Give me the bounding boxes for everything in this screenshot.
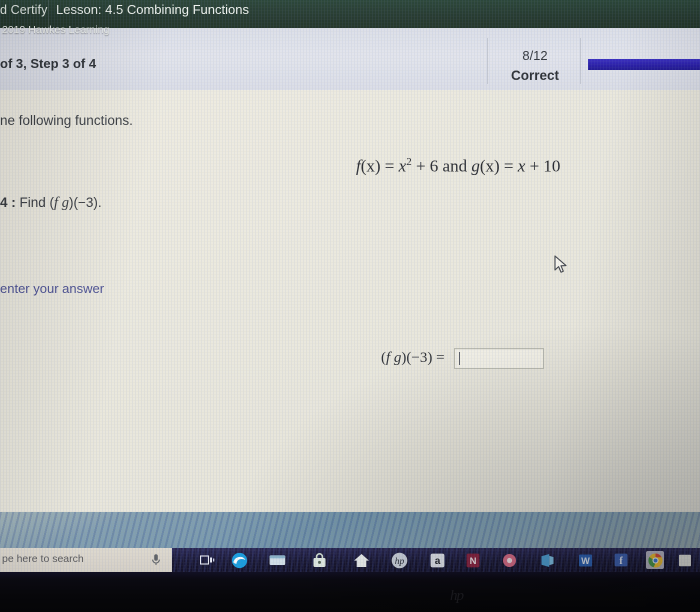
hp-app-icon[interactable]: hp [390, 551, 408, 569]
laptop-screen-photo: d Certify Lesson: 4.5 Combining Function… [0, 0, 700, 612]
answer-expr-close: )(−3) = [401, 350, 445, 366]
screen-content: d Certify Lesson: 4.5 Combining Function… [0, 0, 700, 572]
svg-text:hp: hp [394, 557, 404, 567]
hp-brand-logo: hp [450, 588, 464, 604]
media-icon[interactable] [500, 551, 518, 569]
microsoft-store-icon[interactable] [310, 551, 328, 569]
f-arg: (x) = [360, 156, 399, 176]
g-name: g [471, 156, 480, 176]
lesson-title: Lesson: 4.5 Combining Functions [56, 2, 249, 17]
f-tail: + 6 [411, 156, 443, 176]
progress-bar-track [588, 59, 700, 70]
equation-conjunction: and [442, 156, 472, 176]
answer-input[interactable] [453, 348, 544, 369]
text-caret [458, 352, 460, 365]
copyright-text: 2019 Hawkes Learning [2, 24, 110, 36]
step-indicator: of 3, Step 3 of 4 [0, 56, 97, 71]
answer-expr-fg: f g [386, 350, 402, 366]
progress-bar-fill [588, 59, 700, 70]
step-question: 4 : Find (f g)(−3). [0, 195, 102, 212]
answer-hint-text: enter your answer [0, 281, 105, 296]
file-explorer-icon[interactable] [268, 551, 286, 569]
g-body: (x) = [479, 156, 518, 176]
answer-row: (f g)(−3) = [381, 348, 544, 369]
score-label: Correct [510, 68, 559, 83]
home-icon[interactable] [352, 551, 370, 569]
taskbar-search-placeholder: pe here to search [2, 553, 84, 565]
word-icon[interactable]: W [576, 551, 594, 569]
exercise-body [0, 90, 700, 512]
taskbar-search-box[interactable]: pe here to search [0, 548, 172, 572]
step-question-fg: f g [54, 195, 69, 211]
windows-taskbar: pe here to search hp a N W f [0, 548, 700, 572]
edge-browser-icon[interactable] [230, 551, 248, 569]
step-question-suffix: )(−3). [68, 195, 102, 210]
svg-text:a: a [434, 556, 440, 567]
facebook-icon[interactable]: f [612, 551, 630, 569]
svg-text:N: N [470, 556, 477, 567]
score-divider-right [580, 38, 581, 84]
step-question-number: 4 : [0, 195, 16, 210]
amazon-icon[interactable]: a [428, 551, 446, 569]
score-fraction: 8/12 [522, 48, 548, 63]
document-window-icon[interactable] [676, 551, 694, 569]
function-definitions: f(x) = x2 + 6 and g(x) = x + 10 [356, 156, 560, 177]
task-view-icon[interactable] [198, 551, 216, 569]
brand-label: d Certify [0, 3, 48, 17]
answer-expression: (f g)(−3) = [381, 350, 445, 367]
mouse-cursor-icon [554, 255, 568, 275]
svg-text:W: W [581, 556, 590, 566]
microphone-icon[interactable] [150, 553, 162, 567]
page-footer [0, 512, 700, 550]
score-divider-left [487, 38, 488, 84]
netflix-icon[interactable]: N [464, 551, 482, 569]
laptop-bezel: hp [0, 572, 700, 612]
step-question-prefix: Find ( [19, 195, 55, 210]
office-icon[interactable] [538, 551, 556, 569]
g-tail: + 10 [525, 156, 561, 176]
chrome-browser-icon[interactable] [646, 551, 664, 569]
instruction-text: ne following functions. [0, 113, 133, 128]
